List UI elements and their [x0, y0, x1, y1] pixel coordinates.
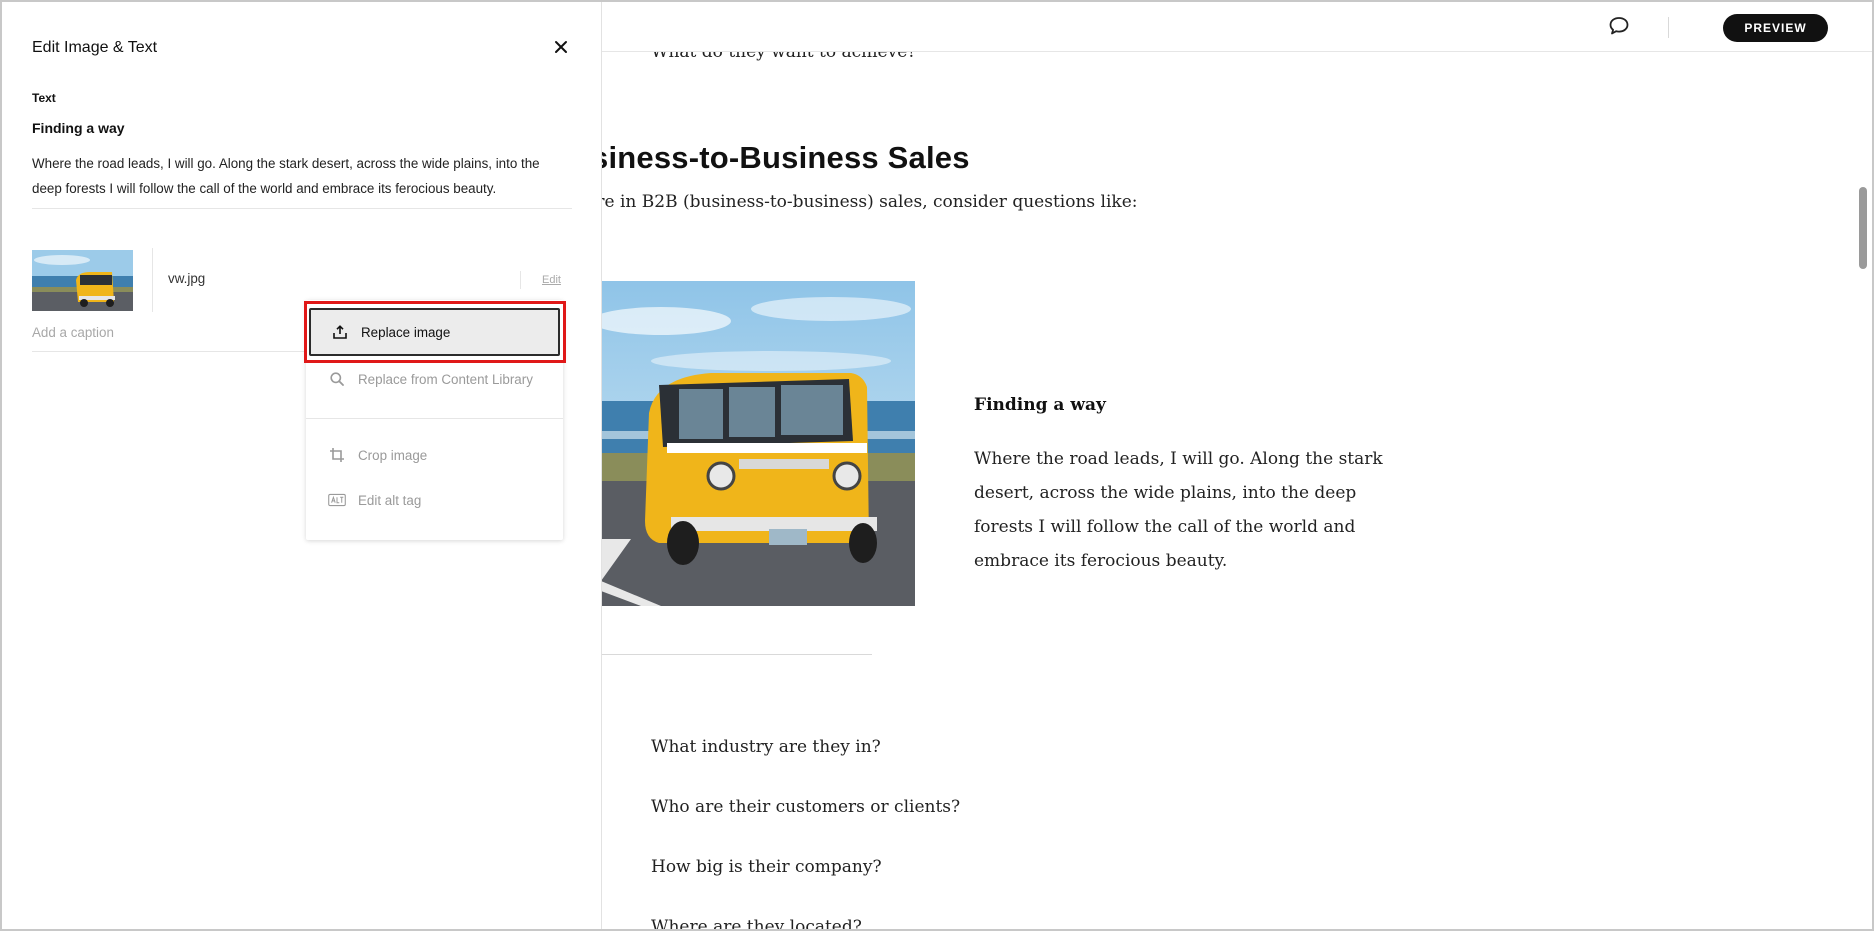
menu-item-replace-from-library[interactable]: Replace from Content Library [306, 357, 563, 401]
question-item: How big is their company? [651, 857, 882, 877]
edit-image-link[interactable]: Edit [542, 274, 561, 286]
question-item: Where are they located? [651, 917, 862, 929]
scrollbar-track[interactable] [1852, 2, 1872, 929]
content-divider [601, 654, 872, 655]
close-icon[interactable] [550, 36, 572, 58]
intro-text: ’re in B2B (business-to-business) sales,… [601, 192, 1138, 212]
edit-divider [520, 271, 521, 289]
main-content: What do they want to achieve? siness-to-… [601, 2, 1852, 929]
image-options-menu: Replace image Replace from Content Libra… [306, 300, 563, 540]
text-title-field[interactable]: Finding a way [32, 120, 125, 136]
menu-item-edit-alt-tag[interactable]: Edit alt tag [306, 478, 563, 522]
upload-icon [331, 323, 349, 341]
caption-underline [32, 351, 322, 352]
menu-item-label: Crop image [358, 447, 428, 463]
section-heading: siness-to-Business Sales [601, 140, 970, 175]
image-side-title: Finding a way [974, 395, 1106, 415]
search-icon [328, 370, 346, 388]
caption-input[interactable] [32, 322, 322, 342]
thumbnail-divider [152, 248, 153, 312]
menu-divider [306, 418, 563, 419]
alt-tag-icon [328, 491, 346, 509]
preview-button[interactable]: PREVIEW [1723, 14, 1828, 42]
question-item: What industry are they in? [651, 737, 881, 757]
panel-divider [32, 208, 572, 209]
edit-panel: Edit Image & Text Text Finding a way Whe… [2, 2, 602, 929]
text-section-label: Text [32, 91, 56, 105]
menu-item-label: Replace from Content Library [358, 371, 533, 387]
topbar-divider [1668, 17, 1669, 38]
crop-icon [328, 446, 346, 464]
image-side-body: Where the road leads, I will go. Along t… [974, 449, 1383, 571]
panel-title: Edit Image & Text [32, 39, 158, 56]
menu-item-label: Edit alt tag [358, 492, 422, 508]
text-body-field[interactable]: Where the road leads, I will go. Along t… [32, 151, 572, 201]
question-item: Who are their customers or clients? [651, 797, 961, 817]
menu-item-label: Replace image [361, 324, 451, 340]
speech-bubble-icon[interactable] [1607, 14, 1631, 38]
menu-item-replace-image[interactable]: Replace image [309, 308, 560, 356]
scrollbar-thumb[interactable] [1859, 187, 1867, 269]
top-bar: PREVIEW [601, 2, 1872, 52]
content-image[interactable] [601, 281, 915, 606]
menu-item-crop-image[interactable]: Crop image [306, 433, 563, 477]
image-thumbnail [32, 250, 133, 311]
file-name: vw.jpg [168, 271, 206, 286]
